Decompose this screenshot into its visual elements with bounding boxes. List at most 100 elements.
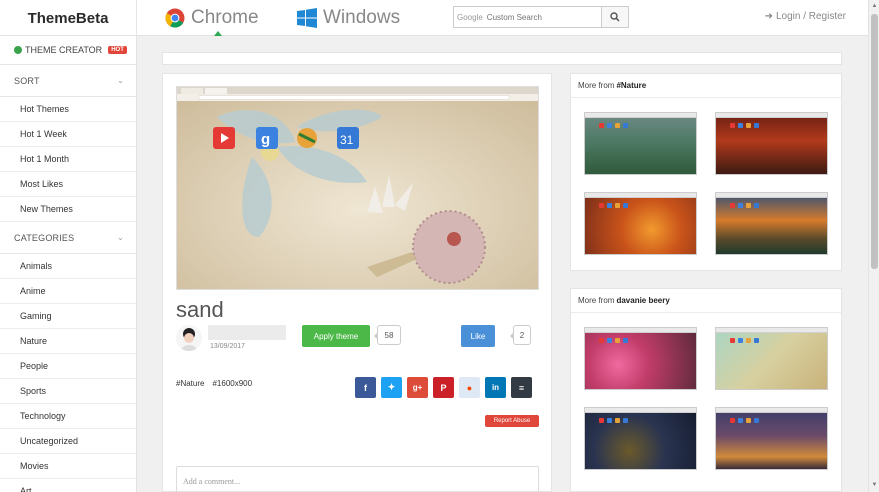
thumb-app-icon	[615, 123, 620, 128]
thumb-app-icon	[599, 203, 604, 208]
google-plus-icon[interactable]: g+	[407, 377, 428, 398]
sidebar-item-hot-themes[interactable]: Hot Themes	[0, 97, 136, 122]
theme-thumbnail[interactable]	[584, 407, 697, 470]
site-logo[interactable]: ThemeBeta	[0, 0, 137, 36]
sidebar-item-hot-1-week[interactable]: Hot 1 Week	[0, 122, 136, 147]
sidebar-item-hot-1-month[interactable]: Hot 1 Month	[0, 147, 136, 172]
thumb-app-icon	[754, 203, 759, 208]
tab-windows[interactable]: Windows	[297, 7, 400, 29]
theme-preview-image[interactable]: g 31	[176, 86, 539, 290]
theme-thumbnail[interactable]	[584, 112, 697, 175]
thumb-app-icon	[746, 418, 751, 423]
thumb-app-icon	[607, 203, 612, 208]
tab-chrome-label: Chrome	[191, 7, 259, 28]
thumb-app-icon	[623, 123, 628, 128]
thumb-app-icon	[738, 203, 743, 208]
login-link[interactable]: ➜ Login / Register	[765, 11, 846, 22]
tag-link[interactable]: #1600x900	[212, 379, 252, 388]
theme-title: sand	[176, 297, 224, 322]
sort-section-header[interactable]: SORT ⌄	[0, 65, 136, 97]
twitter-icon[interactable]: ✦	[381, 377, 402, 398]
theme-thumbnail[interactable]	[715, 192, 828, 255]
like-count-badge: 2	[510, 325, 531, 345]
panel-heading-source[interactable]: #Nature	[616, 81, 646, 90]
tag-link[interactable]: #Nature	[176, 379, 204, 388]
theme-detail-card: g 31 sand 13/09/2017 Apply theme 58 Like…	[162, 73, 552, 492]
categories-section-header[interactable]: CATEGORIES ⌄	[0, 222, 136, 254]
hot-badge: HOT	[108, 46, 127, 54]
publish-date: 13/09/2017	[210, 343, 246, 350]
panel-heading-prefix: More from	[578, 81, 615, 90]
sidebar-item-art[interactable]: Art	[0, 479, 136, 492]
search-button[interactable]	[601, 6, 629, 28]
scrollbar-thumb[interactable]	[871, 14, 878, 269]
sidebar-item-new-themes[interactable]: New Themes	[0, 197, 136, 222]
thumb-app-icon	[730, 338, 735, 343]
theme-thumbnail[interactable]	[715, 407, 828, 470]
theme-creator-link[interactable]: THEME CREATOR HOT	[0, 36, 136, 65]
page-scrollbar[interactable]: ▲ ▼	[868, 0, 879, 492]
theme-creator-label: THEME CREATOR	[25, 45, 103, 55]
share-buttons: f ✦ g+ P ● in ≡	[355, 377, 532, 398]
search-icon	[610, 12, 620, 22]
thumb-app-icon	[599, 338, 604, 343]
thumb-app-icon	[615, 203, 620, 208]
chevron-down-icon: ⌄	[117, 76, 124, 85]
thumb-app-icon	[615, 338, 620, 343]
thumb-app-icon	[746, 203, 751, 208]
sidebar-item-uncategorized[interactable]: Uncategorized	[0, 429, 136, 454]
theme-thumbnail[interactable]	[715, 112, 828, 175]
apply-theme-button[interactable]: Apply theme	[302, 325, 370, 347]
reddit-icon[interactable]: ●	[459, 377, 480, 398]
thumb-browser-bar	[716, 328, 827, 333]
scroll-down-icon[interactable]: ▼	[871, 482, 878, 489]
facebook-icon[interactable]: f	[355, 377, 376, 398]
sidebar-item-sports[interactable]: Sports	[0, 379, 136, 404]
theme-thumbnail[interactable]	[584, 327, 697, 390]
sidebar-item-nature[interactable]: Nature	[0, 329, 136, 354]
sidebar-item-people[interactable]: People	[0, 354, 136, 379]
windows-icon	[297, 8, 317, 28]
top-header: ThemeBeta Chrome Windows Google Custom S…	[0, 0, 868, 36]
buffer-icon[interactable]: ≡	[511, 377, 532, 398]
thumb-browser-bar	[716, 193, 827, 198]
sidebar-item-animals[interactable]: Animals	[0, 254, 136, 279]
sidebar-item-movies[interactable]: Movies	[0, 454, 136, 479]
report-abuse-button[interactable]: Report Abuse	[485, 415, 539, 427]
thumb-app-icon	[738, 338, 743, 343]
thumb-browser-bar	[585, 113, 696, 118]
sidebar-item-technology[interactable]: Technology	[0, 404, 136, 429]
sidebar: THEME CREATOR HOT SORT ⌄ Hot Themes Hot …	[0, 36, 137, 492]
linkedin-icon[interactable]: in	[485, 377, 506, 398]
thumb-app-icon	[746, 123, 751, 128]
panel-heading: More from davanie beery	[571, 289, 841, 313]
thumb-app-icon	[754, 418, 759, 423]
pinterest-icon[interactable]: P	[433, 377, 454, 398]
thumb-app-icon	[746, 338, 751, 343]
theme-thumbnail[interactable]	[715, 327, 828, 390]
search-input[interactable]	[486, 12, 587, 22]
theme-thumbnail[interactable]	[584, 192, 697, 255]
sidebar-item-most-likes[interactable]: Most Likes	[0, 172, 136, 197]
scroll-up-icon[interactable]: ▲	[871, 3, 878, 10]
panel-heading-prefix: More from	[578, 296, 615, 305]
author-avatar[interactable]	[176, 325, 202, 351]
sand-theme-artwork: g 31	[177, 87, 538, 289]
thumb-app-icon	[754, 123, 759, 128]
thumb-browser-bar	[585, 328, 696, 333]
chrome-icon	[165, 8, 185, 28]
sidebar-item-gaming[interactable]: Gaming	[0, 304, 136, 329]
author-name-placeholder[interactable]	[208, 325, 286, 340]
creator-icon	[14, 46, 22, 54]
chevron-down-icon: ⌄	[117, 233, 124, 242]
thumb-app-icon	[738, 418, 743, 423]
comment-input[interactable]: Add a comment...	[176, 466, 539, 492]
tab-chrome[interactable]: Chrome	[165, 7, 259, 29]
like-button[interactable]: Like	[461, 325, 495, 347]
search-brand: Google	[457, 12, 483, 22]
thumb-app-icon	[623, 338, 628, 343]
panel-heading-source[interactable]: davanie beery	[616, 296, 669, 305]
more-from-nature-panel: More from #Nature	[570, 73, 842, 271]
sort-title: SORT	[14, 75, 40, 86]
sidebar-item-anime[interactable]: Anime	[0, 279, 136, 304]
